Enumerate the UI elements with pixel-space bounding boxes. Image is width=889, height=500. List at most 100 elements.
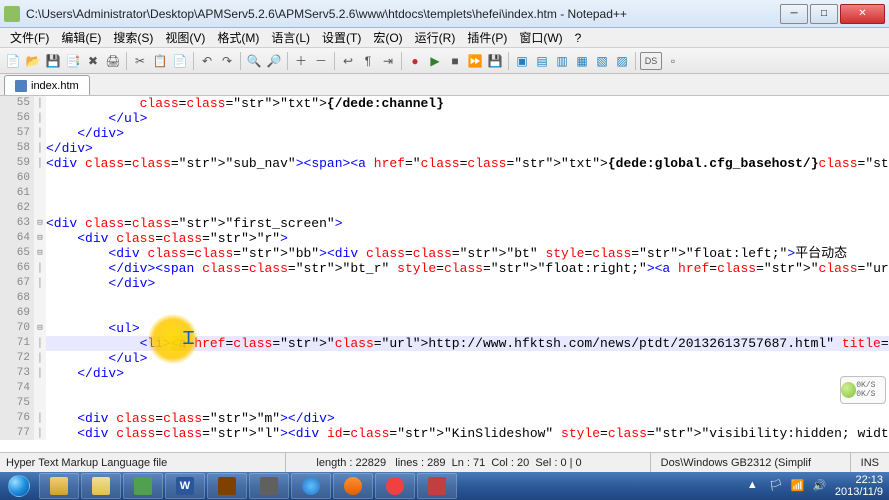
open-file-icon[interactable]: 📂 [24, 52, 42, 70]
ie-icon [302, 477, 320, 495]
menu-help[interactable]: ? [569, 29, 588, 47]
toolbar-separator [334, 52, 335, 70]
code-content[interactable]: class=class="str">"txt">{/dede:channel} … [46, 96, 889, 440]
menu-plugins[interactable]: 插件(P) [461, 27, 513, 48]
window-title: C:\Users\Administrator\Desktop\APMServ5.… [26, 7, 778, 21]
taskbar-app1[interactable] [123, 473, 163, 499]
toolbar-separator [126, 52, 127, 70]
toolbar-separator [287, 52, 288, 70]
indent-icon[interactable]: ⇥ [379, 52, 397, 70]
plugin2-icon[interactable]: ▤ [533, 52, 551, 70]
plugin1-icon[interactable]: ▣ [513, 52, 531, 70]
menu-language[interactable]: 语言(L) [265, 27, 316, 48]
play-macro-icon[interactable]: ▶ [426, 52, 444, 70]
menu-macro[interactable]: 宏(O) [367, 27, 408, 48]
start-button[interactable] [0, 472, 38, 500]
status-insert-mode: INS [851, 453, 889, 472]
menu-settings[interactable]: 设置(T) [316, 27, 367, 48]
replace-icon[interactable]: 🔎 [265, 52, 283, 70]
menu-run[interactable]: 运行(R) [409, 27, 462, 48]
zoom-in-icon[interactable]: ＋ [292, 52, 310, 70]
code-fold-column[interactable]: │││││⊟⊟⊟││⊟││││││ [34, 96, 46, 440]
wrap-icon[interactable]: ↩ [339, 52, 357, 70]
app-icon [428, 477, 446, 495]
app-icon [260, 477, 278, 495]
plugin6-icon[interactable]: ▨ [613, 52, 631, 70]
windows-orb-icon [8, 475, 30, 497]
save-macro-icon[interactable]: 💾 [486, 52, 504, 70]
folder-icon [92, 477, 110, 495]
status-filetype: Hyper Text Markup Language file [0, 453, 286, 472]
show-all-chars-icon[interactable]: ¶ [359, 52, 377, 70]
menu-window[interactable]: 窗口(W) [513, 27, 568, 48]
copy-icon[interactable]: 📋 [151, 52, 169, 70]
menu-format[interactable]: 格式(M) [211, 27, 265, 48]
file-icon [15, 80, 27, 92]
close-file-icon[interactable]: ✖ [84, 52, 102, 70]
status-dot-icon [841, 382, 856, 398]
taskbar-app3[interactable] [249, 473, 289, 499]
save-all-icon[interactable]: 📑 [64, 52, 82, 70]
tray-sound-icon[interactable]: 🔊 [813, 479, 827, 493]
toolbar-separator [240, 52, 241, 70]
redo-icon[interactable]: ↷ [218, 52, 236, 70]
taskbar-app4[interactable] [333, 473, 373, 499]
tab-index-htm[interactable]: index.htm [4, 75, 90, 95]
status-encoding: Dos\Windows GB2312 (Simplif [651, 453, 851, 472]
taskbar-clock[interactable]: 22:13 2013/11/9 [835, 474, 883, 498]
minimize-button[interactable]: ─ [780, 4, 808, 24]
taskbar-ie[interactable] [291, 473, 331, 499]
menu-file[interactable]: 文件(F) [4, 27, 55, 48]
toolbar: 📄 📂 💾 📑 ✖ 🖨 ✂ 📋 📄 ↶ ↷ 🔍 🔎 ＋ － ↩ ¶ ⇥ ● ▶ … [0, 48, 889, 74]
menu-edit[interactable]: 编辑(E) [55, 27, 107, 48]
taskbar-app6[interactable] [417, 473, 457, 499]
ds-mode-icon[interactable]: DS [640, 52, 662, 70]
toolbar-separator [193, 52, 194, 70]
menu-search[interactable]: 搜索(S) [107, 27, 159, 48]
print-icon[interactable]: 🖨 [104, 52, 122, 70]
tray-up-icon[interactable]: ▲ [747, 479, 761, 493]
find-icon[interactable]: 🔍 [245, 52, 263, 70]
record-macro-icon[interactable]: ● [406, 52, 424, 70]
system-tray: ▲ 🏳 📶 🔊 22:13 2013/11/9 [747, 474, 889, 498]
window-controls: ─ □ ✕ [778, 4, 885, 24]
toolbar-separator [508, 52, 509, 70]
undo-icon[interactable]: ↶ [198, 52, 216, 70]
extra-icon[interactable]: ▫ [664, 52, 682, 70]
menu-view[interactable]: 视图(V) [159, 27, 211, 48]
app-icon [386, 477, 404, 495]
taskbar-app2[interactable] [207, 473, 247, 499]
close-button[interactable]: ✕ [840, 4, 885, 24]
playback-icon[interactable]: ⏩ [466, 52, 484, 70]
network-speed-widget[interactable]: 0K/S0K/S [840, 376, 886, 404]
app-icon [218, 477, 236, 495]
code-editor[interactable]: 5556575859606162636465666768697071727374… [0, 96, 889, 440]
windows-taskbar: W ▲ 🏳 📶 🔊 22:13 2013/11/9 [0, 472, 889, 500]
toolbar-separator [635, 52, 636, 70]
status-position: length : 22829 lines : 289 Ln : 71 Col :… [286, 453, 650, 472]
save-icon[interactable]: 💾 [44, 52, 62, 70]
plugin4-icon[interactable]: ▦ [573, 52, 591, 70]
new-file-icon[interactable]: 📄 [4, 52, 22, 70]
taskbar-app5[interactable] [375, 473, 415, 499]
menu-bar: 文件(F) 编辑(E) 搜索(S) 视图(V) 格式(M) 语言(L) 设置(T… [0, 28, 889, 48]
stop-macro-icon[interactable]: ■ [446, 52, 464, 70]
zoom-out-icon[interactable]: － [312, 52, 330, 70]
app-icon [344, 477, 362, 495]
app-icon [4, 6, 20, 22]
taskbar-folder[interactable] [81, 473, 121, 499]
cut-icon[interactable]: ✂ [131, 52, 149, 70]
taskbar-explorer[interactable] [39, 473, 79, 499]
tray-flag-icon[interactable]: 🏳 [769, 479, 783, 493]
word-icon: W [176, 477, 194, 495]
plugin5-icon[interactable]: ▧ [593, 52, 611, 70]
taskbar-word[interactable]: W [165, 473, 205, 499]
maximize-button[interactable]: □ [810, 4, 838, 24]
plugin3-icon[interactable]: ▥ [553, 52, 571, 70]
tray-network-icon[interactable]: 📶 [791, 479, 805, 493]
paste-icon[interactable]: 📄 [171, 52, 189, 70]
line-number-gutter: 5556575859606162636465666768697071727374… [0, 96, 34, 440]
tab-label: index.htm [31, 80, 79, 92]
toolbar-separator [401, 52, 402, 70]
status-bar: Hyper Text Markup Language file length :… [0, 452, 889, 472]
